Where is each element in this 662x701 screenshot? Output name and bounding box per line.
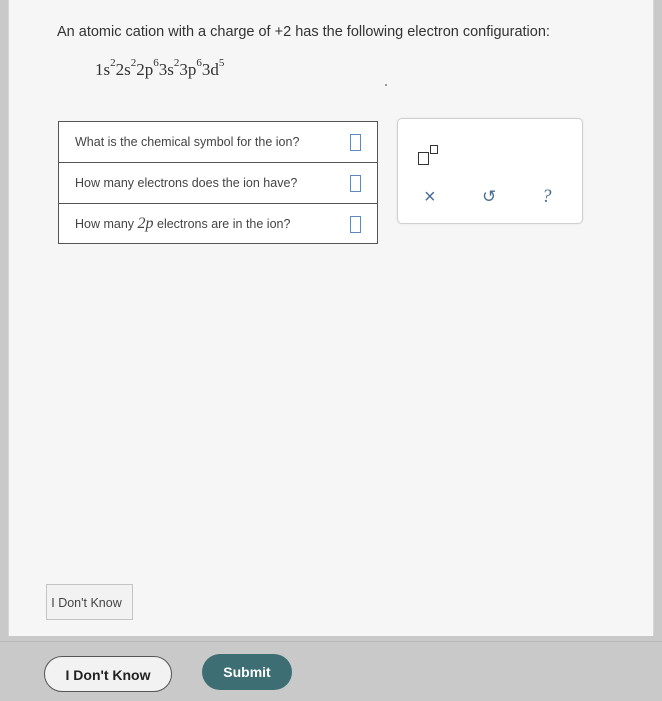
row-label-2p-electrons: How many 2p electrons are in the ion? [75, 214, 291, 232]
question-text: An atomic cation with a charge of +2 has… [57, 24, 550, 40]
dont-know-button[interactable]: I Don't Know [44, 656, 172, 692]
orbital-3p: 3p6 [179, 57, 202, 79]
table-row-symbol: What is the chemical symbol for the ion? [59, 122, 377, 163]
answer-input-electrons[interactable] [350, 175, 361, 192]
help-icon[interactable]: ? [542, 185, 552, 209]
orbital-3s: 3s2 [158, 57, 180, 79]
table-row-electrons: How many electrons does the ion have? [59, 163, 377, 204]
submit-button[interactable]: Submit [202, 654, 292, 690]
answer-table: What is the chemical symbol for the ion?… [58, 121, 378, 244]
row-label-electrons: How many electrons does the ion have? [75, 176, 298, 190]
question-panel: An atomic cation with a charge of +2 has… [8, 0, 654, 636]
charge-value: +2 [274, 24, 292, 40]
clear-icon[interactable]: × [424, 185, 436, 209]
dont-know-inline-button[interactable]: I Don't Know [46, 584, 133, 620]
stray-dot [385, 84, 387, 86]
orbital-2s: 2s2 [115, 57, 137, 79]
orbital-2p: 2p6 [136, 57, 159, 79]
orbital-1s: 1s2 [95, 57, 116, 79]
orbital-3d: 3d5 [201, 57, 225, 79]
row-label-symbol: What is the chemical symbol for the ion? [75, 135, 300, 149]
answer-input-symbol[interactable] [350, 134, 361, 151]
math-toolbar: × ↺ ? [397, 118, 583, 224]
undo-icon[interactable]: ↺ [482, 185, 496, 209]
table-row-2p-electrons: How many 2p electrons are in the ion? [59, 204, 377, 243]
electron-configuration: 1s22s22p63s23p63d5 [95, 57, 225, 80]
toolbar-actions: × ↺ ? [398, 185, 582, 209]
answer-input-2p-electrons[interactable] [350, 216, 361, 233]
